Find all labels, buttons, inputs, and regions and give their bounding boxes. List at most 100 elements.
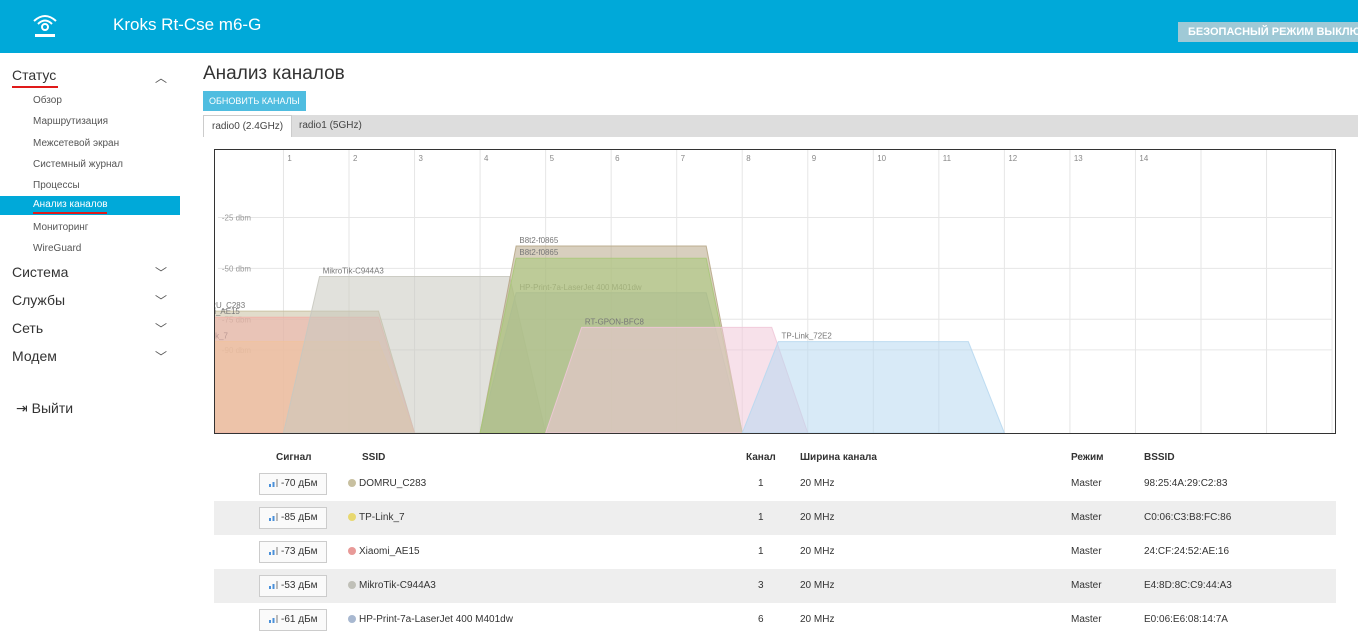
network-label: B8t2-f0865	[519, 236, 558, 245]
signal-button[interactable]: -70 дБм	[259, 473, 327, 495]
top-bar: Kroks Rt-Cse m6-G БЕЗОПАСНЫЙ РЕЖИМ ВЫКЛЮ…	[0, 0, 1358, 53]
sidebar-item-network[interactable]: Сеть	[12, 320, 43, 336]
x-tick-label: 8	[746, 154, 751, 163]
chevron-down-icon[interactable]: ﹀	[155, 320, 167, 337]
logout-icon: ⇥	[16, 400, 28, 416]
x-tick-label: 6	[615, 154, 620, 163]
x-tick-label: 14	[1139, 154, 1148, 163]
tab-radio1[interactable]: radio1 (5GHz)	[291, 115, 370, 137]
mode-cell: Master	[1071, 546, 1102, 557]
mode-cell: Master	[1071, 478, 1102, 489]
col-channel[interactable]: Канал	[746, 452, 776, 463]
table-row: -61 дБм HP-Print-7a-LaserJet 400 M401dw 6 2…	[214, 603, 1336, 637]
radio-tabs: radio0 (2.4GHz) radio1 (5GHz)	[203, 115, 1358, 137]
signal-button[interactable]: -61 дБм	[259, 609, 327, 631]
sidebar-subitem-routing[interactable]: Маршрутизация	[33, 116, 108, 127]
mode-cell: Master	[1071, 614, 1102, 625]
sidebar-item-status[interactable]: Статус	[12, 67, 56, 83]
tab-radio0[interactable]: radio0 (2.4GHz)	[203, 115, 293, 137]
chevron-down-icon[interactable]: ﹀	[155, 348, 167, 365]
ssid-cell: TP-Link_7	[348, 512, 405, 523]
x-tick-label: 1	[287, 154, 292, 163]
channel-cell: 1	[758, 546, 764, 557]
channel-cell: 6	[758, 614, 764, 625]
signal-value: -85 дБм	[281, 512, 318, 523]
col-bssid[interactable]: BSSID	[1144, 452, 1175, 463]
table-row: -85 дБм TP-Link_7 1 20 MHz Master C0:06:C3:B8…	[214, 501, 1336, 535]
sidebar-item-system[interactable]: Система	[12, 264, 68, 280]
active-underline	[33, 212, 107, 214]
col-ssid[interactable]: SSID	[362, 452, 385, 463]
x-tick-label: 2	[353, 154, 358, 163]
channel-cell: 1	[758, 512, 764, 523]
table-row: -70 дБм DOMRU_C283 1 20 MHz Master 98:25:4A:2…	[214, 467, 1336, 501]
signal-value: -61 дБм	[281, 614, 318, 625]
bssid-cell: C0:06:C3:B8:FC:86	[1144, 512, 1232, 523]
y-tick-label: -50 dbm	[222, 264, 252, 273]
mode-cell: Master	[1071, 580, 1102, 591]
network-label: B8t2-f0865	[519, 248, 558, 257]
sidebar-item-services[interactable]: Службы	[12, 292, 65, 308]
chevron-up-icon[interactable]: ︿	[155, 69, 167, 86]
x-tick-label: 12	[1008, 154, 1017, 163]
width-cell: 20 MHz	[800, 614, 835, 625]
table-row: -73 дБм Xiaomi_AE15 1 20 MHz Master 24:CF:24:…	[214, 535, 1336, 569]
x-tick-label: 7	[681, 154, 686, 163]
signal-value: -73 дБм	[281, 546, 318, 557]
y-tick-label: -25 dbm	[222, 214, 252, 223]
signal-button[interactable]: -73 дБм	[259, 541, 327, 563]
ssid-color-dot	[348, 513, 356, 521]
bssid-cell: 24:CF:24:52:AE:16	[1144, 546, 1230, 557]
signal-button[interactable]: -53 дБм	[259, 575, 327, 597]
page-title: Анализ каналов	[203, 63, 345, 84]
sidebar-subitem-monitoring[interactable]: Мониторинг	[33, 222, 88, 233]
ssid-text: DOMRU_C283	[359, 478, 427, 489]
ssid-cell: Xiaomi_AE15	[348, 546, 420, 557]
signal-button[interactable]: -85 дБм	[259, 507, 327, 529]
signal-bars-icon	[269, 513, 278, 521]
brand-title: Kroks Rt-Cse m6-G	[113, 15, 262, 34]
chevron-down-icon[interactable]: ﹀	[155, 292, 167, 309]
safe-mode-badge[interactable]: БЕЗОПАСНЫЙ РЕЖИМ ВЫКЛЮЧЕН	[1178, 22, 1358, 42]
col-mode[interactable]: Режим	[1071, 452, 1104, 463]
channel-cell: 1	[758, 478, 764, 489]
width-cell: 20 MHz	[800, 478, 835, 489]
x-tick-label: 4	[484, 154, 489, 163]
channel-chart: -25 dbm-50 dbm-75 dbm-90 dbm123456789101…	[214, 149, 1336, 434]
channel-cell: 3	[758, 580, 764, 591]
refresh-channels-button[interactable]: ОБНОВИТЬ КАНАЛЫ	[203, 91, 306, 111]
network-label: RT-GPON-BFC8	[585, 317, 645, 326]
ssid-text: Xiaomi_AE15	[359, 546, 420, 557]
network-area	[741, 341, 1005, 433]
width-cell: 20 MHz	[800, 546, 835, 557]
ssid-cell: MikroTik-C944A3	[348, 580, 436, 591]
sidebar-item-modem[interactable]: Модем	[12, 348, 57, 364]
ssid-text: TP-Link_7	[359, 512, 405, 523]
mode-cell: Master	[1071, 512, 1102, 523]
signal-bars-icon	[269, 547, 278, 555]
x-tick-label: 11	[943, 154, 952, 163]
logout-link[interactable]: ⇥ Выйти	[16, 400, 73, 417]
signal-bars-icon	[269, 615, 278, 623]
ssid-cell: DOMRU_C283	[348, 478, 426, 489]
network-label: Xiaomi_AE15	[214, 307, 240, 316]
signal-value: -70 дБм	[281, 478, 318, 489]
ssid-color-dot	[348, 615, 356, 623]
sidebar-subitem-syslog[interactable]: Системный журнал	[33, 159, 123, 170]
wifi-router-icon[interactable]	[30, 12, 60, 42]
sidebar-subitem-label: Анализ каналов	[33, 199, 108, 210]
x-tick-label: 5	[550, 154, 555, 163]
chevron-down-icon[interactable]: ﹀	[155, 264, 167, 281]
col-width[interactable]: Ширина канала	[800, 452, 877, 463]
sidebar-subitem-overview[interactable]: Обзор	[33, 95, 62, 106]
x-tick-label: 3	[419, 154, 424, 163]
sidebar-subitem-firewall[interactable]: Межсетевой экран	[33, 138, 119, 149]
col-signal[interactable]: Сигнал	[276, 452, 312, 463]
sidebar-subitem-processes[interactable]: Процессы	[33, 180, 80, 191]
bssid-cell: 98:25:4A:29:C2:83	[1144, 478, 1228, 489]
ssid-text: MikroTik-C944A3	[359, 580, 436, 591]
signal-bars-icon	[269, 581, 278, 589]
sidebar-subitem-wireguard[interactable]: WireGuard	[33, 243, 81, 254]
signal-value: -53 дБм	[281, 580, 318, 591]
bssid-cell: E0:06:E6:08:14:7A	[1144, 614, 1228, 625]
